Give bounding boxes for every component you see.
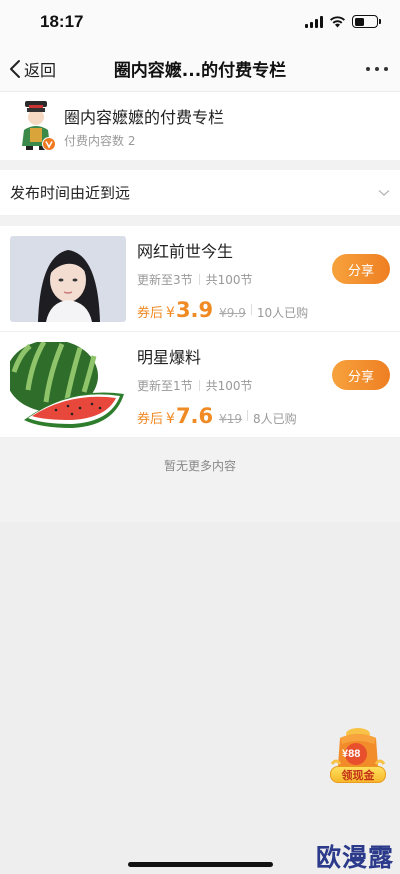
back-label: 返回: [24, 61, 57, 80]
more-dots-icon: [366, 67, 370, 71]
avatar[interactable]: [16, 100, 56, 152]
column-info: 圈内容嬷嬷的付费专栏 付费内容数 2: [64, 104, 224, 149]
share-button[interactable]: 分享: [332, 254, 390, 284]
nav-bar: 返回 圈内容嬷...的付费专栏: [0, 46, 400, 92]
status-time: 18:17: [40, 12, 84, 31]
no-more-text: 暂无更多内容: [0, 438, 400, 517]
sort-label: 发布时间由近到远: [10, 184, 131, 202]
watermark: 欧漫露: [315, 843, 394, 872]
price-currency: ¥: [166, 410, 175, 427]
column-name: 圈内容嬷嬷的付费专栏: [64, 107, 225, 127]
item-thumbnail: [10, 341, 126, 428]
home-indicator: [128, 862, 273, 867]
item-total: 共100节: [205, 379, 253, 393]
item-price: 券后 ¥ 3.9 ¥9.9 10人已购: [137, 298, 390, 322]
item-thumbnail: [10, 235, 126, 322]
price-currency: ¥: [166, 304, 175, 321]
back-button[interactable]: 返回: [8, 46, 56, 92]
signal-icon: [305, 15, 323, 28]
paid-content-list: 网红前世今生 更新至3节 共100节 券后 ¥ 3.9 ¥9.9 10人已购 分…: [0, 226, 400, 438]
page-title: 圈内容嬷...的付费专栏: [113, 61, 287, 81]
purchase-count: 10人已购: [256, 305, 309, 320]
item-updated: 更新至3节: [137, 273, 193, 287]
empty-area: [0, 522, 400, 874]
wifi-icon: [330, 16, 345, 28]
sort-dropdown[interactable]: 发布时间由近到远: [0, 170, 400, 216]
item-updated: 更新至1节: [137, 379, 193, 393]
cash-coupon-button[interactable]: ¥88 领现金: [326, 724, 390, 788]
price-prefix: 券后: [137, 305, 164, 321]
column-header: 圈内容嬷嬷的付费专栏 付费内容数 2: [0, 92, 400, 160]
purchase-count: 8人已购: [253, 411, 297, 426]
verified-badge-icon: [42, 137, 56, 151]
chevron-down-icon: [378, 189, 390, 196]
price-value: 7.6: [175, 403, 214, 428]
status-icons: [305, 15, 381, 28]
status-bar: 18:17: [0, 0, 400, 46]
more-button[interactable]: [366, 46, 388, 92]
share-button[interactable]: 分享: [332, 360, 390, 390]
list-item[interactable]: 网红前世今生 更新至3节 共100节 券后 ¥ 3.9 ¥9.9 10人已购 分…: [0, 226, 400, 332]
price-value: 3.9: [175, 297, 214, 322]
item-price: 券后 ¥ 7.6 ¥19 8人已购: [137, 404, 390, 428]
coupon-amount: ¥88: [342, 748, 361, 760]
battery-icon: [352, 15, 381, 28]
price-prefix: 券后: [137, 411, 164, 427]
chevron-left-icon: [10, 60, 20, 78]
column-count: 付费内容数 2: [64, 133, 136, 148]
price-original: ¥19: [219, 411, 243, 426]
price-original: ¥9.9: [219, 305, 246, 320]
list-item[interactable]: 明星爆料 更新至1节 共100节 券后 ¥ 7.6 ¥19 8人已购 分享: [0, 332, 400, 438]
coupon-label: 领现金: [330, 766, 386, 783]
item-total: 共100节: [205, 273, 253, 287]
